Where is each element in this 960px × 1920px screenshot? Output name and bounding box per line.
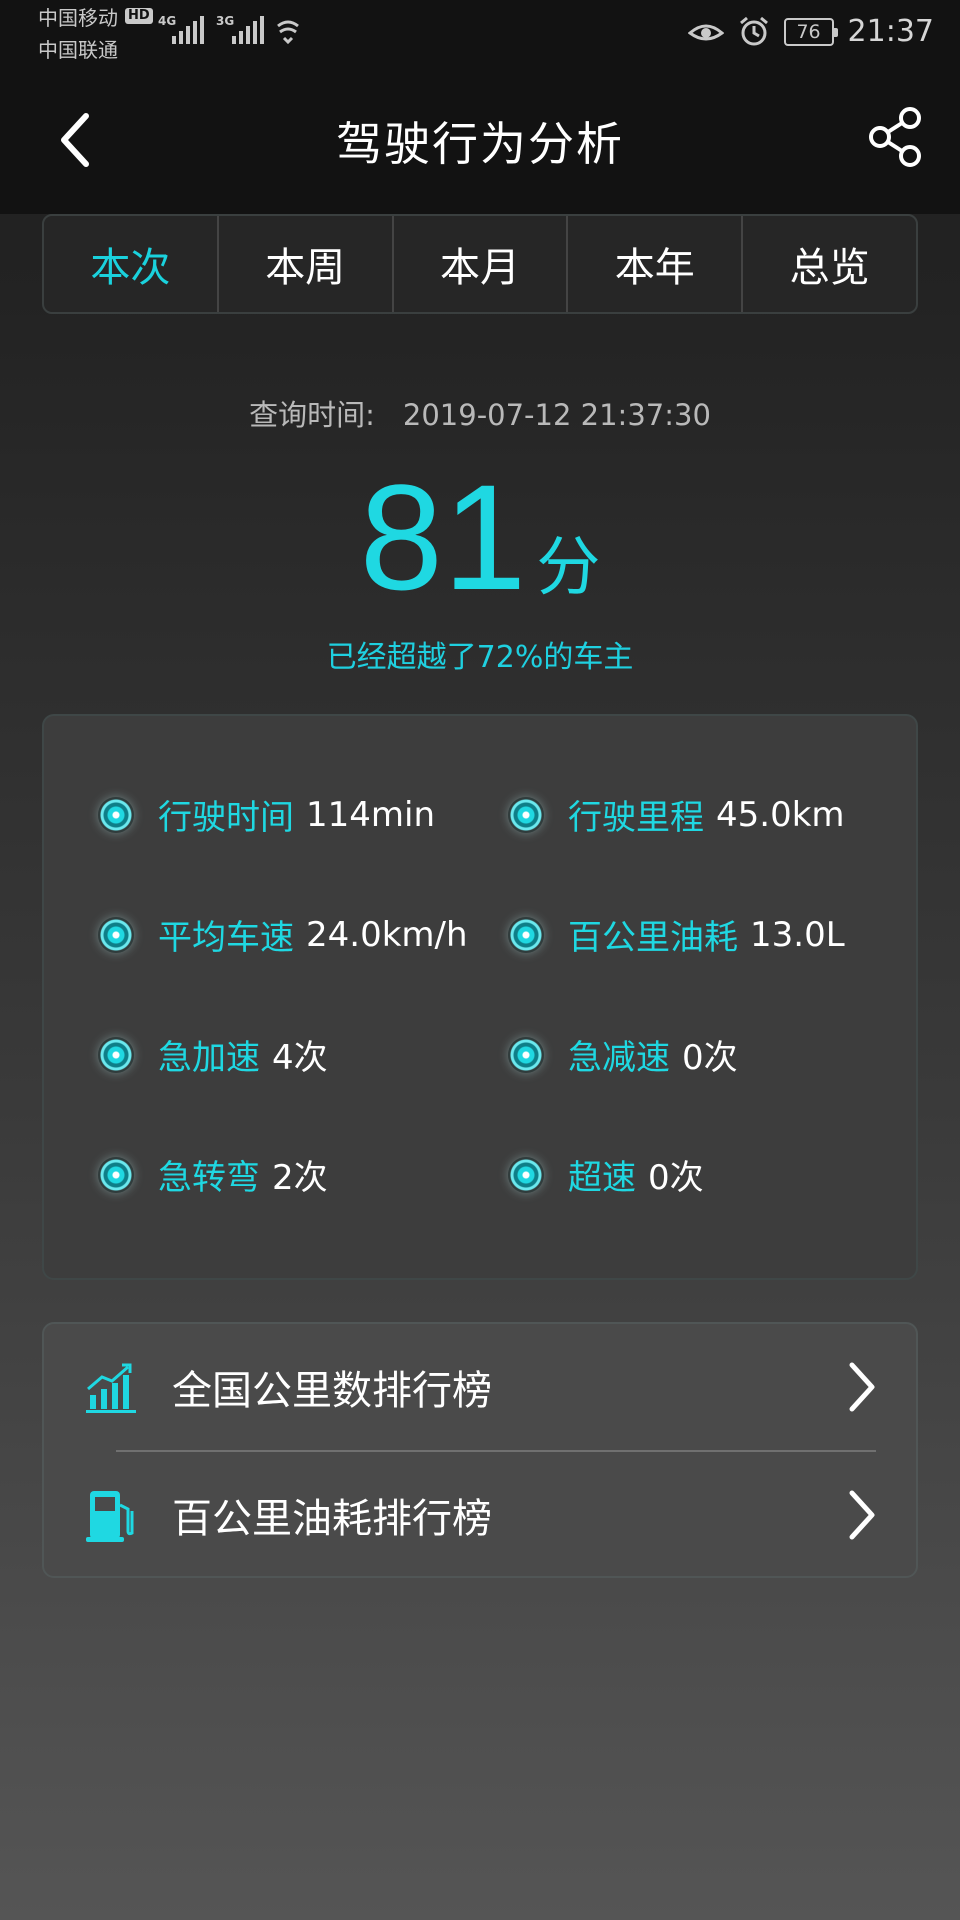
bullet-icon xyxy=(508,1036,544,1073)
stat-item-hard-acceleration: 急加速 4次 xyxy=(98,1030,328,1079)
beat-percentage-text: 已经超越了72%的车主 xyxy=(326,640,634,675)
stat-item-hard-braking: 急减速 0次 xyxy=(508,1030,738,1079)
query-time-row: 查询时间: 2019-07-12 21:37:30 xyxy=(0,392,960,434)
stat-item-mileage: 行驶里程 45.0km xyxy=(508,790,845,839)
stat-item-avg-speed: 平均车速 24.0km/h xyxy=(98,910,468,959)
bullet-icon xyxy=(508,1156,544,1193)
score-display: 81 分 xyxy=(0,462,960,612)
stat-value: 2次 xyxy=(272,1158,328,1198)
bullet-icon xyxy=(98,1036,134,1073)
query-time-value: 2019-07-12 21:37:30 xyxy=(402,398,711,432)
hd-badge: HD xyxy=(125,8,153,25)
stats-card: 行驶时间 114min 行驶里程 45.0km 平均车速 24.0km/h 百公… xyxy=(42,714,918,1280)
query-time-label: 查询时间: xyxy=(249,398,375,432)
tab-this-trip[interactable]: 本次 xyxy=(44,216,217,312)
stat-label: 超速 xyxy=(568,1158,636,1198)
tab-month[interactable]: 本月 xyxy=(391,216,567,312)
clock: 21:37 xyxy=(847,14,934,49)
tab-year[interactable]: 本年 xyxy=(566,216,741,312)
carrier-secondary: 中国联通 xyxy=(38,38,118,62)
page-title: 驾驶行为分析 xyxy=(336,117,624,171)
share-button[interactable] xyxy=(866,106,926,168)
tab-overview[interactable]: 总览 xyxy=(741,216,916,312)
bar-chart-icon xyxy=(86,1363,136,1413)
tab-week[interactable]: 本周 xyxy=(216,216,392,312)
carrier-primary: 中国移动 xyxy=(38,6,118,30)
stat-value: 24.0km/h xyxy=(306,914,468,955)
stat-label: 行驶里程 xyxy=(568,798,704,838)
stat-item-sharp-turn: 急转弯 2次 xyxy=(98,1150,328,1199)
nav-bar: 驾驶行为分析 xyxy=(0,66,960,214)
stat-item-speeding: 超速 0次 xyxy=(508,1150,704,1199)
stat-label: 行驶时间 xyxy=(158,798,294,838)
chevron-right-icon xyxy=(849,1490,875,1540)
chevron-right-icon xyxy=(849,1362,875,1412)
eye-comfort-icon xyxy=(687,24,724,40)
rank-label: 全国公里数排行榜 xyxy=(172,1368,492,1414)
stat-label: 百公里油耗 xyxy=(568,918,738,958)
mileage-ranking-row[interactable]: 全国公里数排行榜 xyxy=(44,1324,916,1450)
bullet-icon xyxy=(508,796,544,833)
bullet-icon xyxy=(98,916,134,953)
stat-value: 13.0L xyxy=(750,914,845,955)
stat-value: 0次 xyxy=(682,1038,738,1078)
bullet-icon xyxy=(98,1156,134,1193)
share-icon xyxy=(869,107,921,167)
stat-value: 0次 xyxy=(648,1158,704,1198)
signal-icon xyxy=(172,16,204,44)
bullet-icon xyxy=(508,916,544,953)
status-right: 76 21:37 xyxy=(687,14,934,49)
stat-value: 4次 xyxy=(272,1038,328,1078)
battery-icon: 76 xyxy=(783,17,838,46)
status-bar: 中国移动 中国联通 HD 4G 3G 76 21:37 xyxy=(0,0,960,66)
signal-icon-2 xyxy=(232,16,264,44)
stat-label: 平均车速 xyxy=(158,918,294,958)
stat-label: 急减速 xyxy=(568,1038,670,1078)
alarm-icon xyxy=(739,16,768,45)
stat-value: 114min xyxy=(306,794,436,835)
fuel-ranking-row[interactable]: 百公里油耗排行榜 xyxy=(44,1452,916,1578)
stat-value: 45.0km xyxy=(716,794,845,835)
stat-item-drive-time: 行驶时间 114min xyxy=(98,790,435,839)
score-unit: 分 xyxy=(536,531,601,605)
period-tabs: 本次 本周 本月 本年 总览 xyxy=(42,214,918,314)
stat-item-fuel-consumption: 百公里油耗 13.0L xyxy=(508,910,845,959)
fuel-pump-icon xyxy=(86,1491,134,1542)
stat-label: 急加速 xyxy=(158,1038,260,1078)
bullet-icon xyxy=(98,796,134,833)
score-value: 81 xyxy=(359,453,527,621)
rank-label: 百公里油耗排行榜 xyxy=(172,1496,492,1542)
stat-label: 急转弯 xyxy=(158,1158,260,1198)
rankings-card: 全国公里数排行榜 百公里油耗排行榜 xyxy=(42,1322,918,1578)
data-sync-icon xyxy=(277,20,299,44)
